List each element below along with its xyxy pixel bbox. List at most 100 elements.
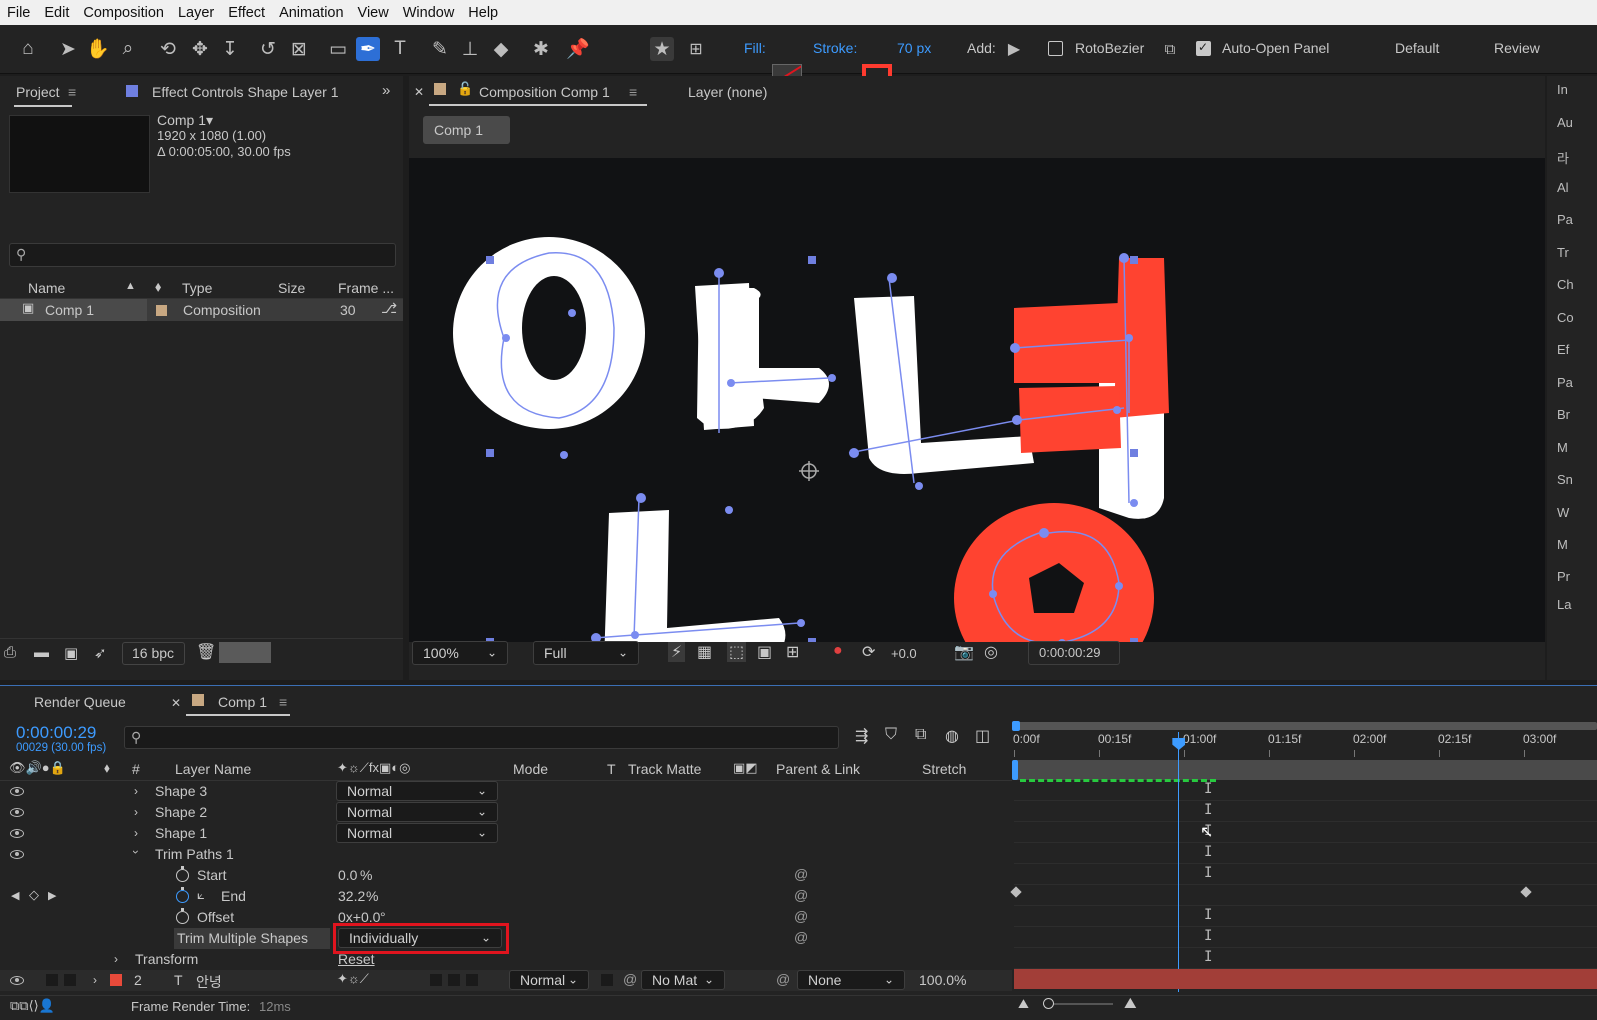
panel-menu-icon[interactable]: ≡ xyxy=(629,84,637,100)
start-value[interactable]: 0.0 xyxy=(338,867,357,883)
audio-toggle[interactable] xyxy=(46,974,58,986)
rectangle-tool-icon[interactable]: ▭ xyxy=(326,37,350,61)
track-matte-dropdown[interactable]: No Mat ⌄ xyxy=(641,970,725,990)
in-out-marker-icon[interactable]: I xyxy=(1204,928,1212,944)
exposure-value[interactable]: +0.0 xyxy=(891,646,917,661)
pick-whip-icon[interactable]: @ xyxy=(794,908,808,924)
col-parent-link[interactable]: Parent & Link xyxy=(776,761,860,777)
type-tool-icon[interactable]: T xyxy=(388,37,412,61)
col-mode[interactable]: Mode xyxy=(513,761,548,777)
property-row-start[interactable]: Start 0.0 % @ xyxy=(0,865,1012,886)
col-name[interactable]: Name xyxy=(28,280,65,296)
tab-effect-controls[interactable]: Effect Controls Shape Layer 1 xyxy=(152,84,339,100)
visibility-eye-icon[interactable] xyxy=(10,850,24,859)
visibility-eye-icon[interactable] xyxy=(10,829,24,838)
mask-visibility-icon[interactable]: ⬚ xyxy=(727,642,747,662)
layer-name[interactable]: Shape 1 xyxy=(155,825,207,841)
right-panel-tab[interactable]: Pa xyxy=(1557,375,1597,390)
layer-switches-icon[interactable]: ✦☼⟋fx▣◐◎ xyxy=(337,760,411,776)
menu-composition[interactable]: Composition xyxy=(76,5,171,21)
menu-view[interactable]: View xyxy=(351,5,396,21)
selection-tool-icon[interactable]: ➤ xyxy=(56,37,80,61)
right-panel-tab[interactable]: Pa xyxy=(1557,212,1597,227)
reset-link[interactable]: Reset xyxy=(338,951,375,967)
layer-name[interactable]: Shape 2 xyxy=(155,804,207,820)
rotobezier-checkbox[interactable] xyxy=(1048,41,1063,56)
mask-feather-icon[interactable]: ⊞ xyxy=(684,37,708,61)
right-panel-tab[interactable]: Br xyxy=(1557,407,1597,422)
graph-editor-icon[interactable]: ◫ xyxy=(975,726,990,746)
work-area-bar[interactable] xyxy=(1012,760,1597,780)
menu-help[interactable]: Help xyxy=(461,5,505,21)
graph-icon[interactable]: ⟀ xyxy=(197,887,205,903)
tab-layer[interactable]: Layer (none) xyxy=(688,84,767,100)
comp-name[interactable]: Comp 1▾ xyxy=(157,112,213,129)
shape-options-icon[interactable]: ⧉ xyxy=(1158,37,1182,61)
right-panel-tab[interactable]: W xyxy=(1557,505,1597,520)
close-tab-icon[interactable]: ✕ xyxy=(414,85,424,99)
property-row-end[interactable]: ◀ ◇ ▶ ⟀ End 32.2 % @ xyxy=(0,886,1012,907)
right-panel-tab[interactable]: La xyxy=(1557,597,1597,612)
work-area-start[interactable] xyxy=(1012,760,1018,780)
expand-chevron-icon[interactable]: › xyxy=(114,952,118,966)
tab-project[interactable]: Project xyxy=(16,84,60,100)
parent-pick-whip-icon[interactable]: @ xyxy=(776,971,790,987)
tab-comp1[interactable]: Comp 1 xyxy=(218,694,267,710)
region-of-interest-icon[interactable]: ▣ xyxy=(757,642,772,662)
comp-mini-flowchart-icon[interactable]: ⇶ xyxy=(855,726,868,746)
transform-label[interactable]: Transform xyxy=(135,951,198,967)
resolution-dropdown[interactable]: Full ⌄ xyxy=(533,641,639,665)
label-tag-icon[interactable]: ⬧ xyxy=(104,760,110,776)
trim-paths-name[interactable]: Trim Paths 1 xyxy=(155,846,234,862)
visibility-eye-icon[interactable] xyxy=(10,787,24,796)
fill-label[interactable]: Fill: xyxy=(744,40,766,56)
layer-row[interactable]: › Shape 2 Normal ⌄ xyxy=(0,802,1012,823)
stretch-value[interactable]: 100.0% xyxy=(919,972,966,988)
time-ruler[interactable]: 0:00f 00:15f 01:00f 01:15f 02:00f 02:15f 03:00… xyxy=(1013,732,1597,758)
add-menu-icon[interactable]: ▶ xyxy=(1002,37,1026,61)
collapse-chevron-icon[interactable]: › xyxy=(129,850,143,854)
col-stretch[interactable]: Stretch xyxy=(922,761,966,777)
label-tag-icon[interactable]: ⬧ xyxy=(155,278,161,295)
stroke-label[interactable]: Stroke: xyxy=(813,40,857,56)
panel-menu-icon[interactable]: ≡ xyxy=(68,84,76,100)
thumbnail-transparency-swatch[interactable] xyxy=(219,642,271,663)
expand-chevron-icon[interactable]: › xyxy=(134,784,138,798)
eraser-icon[interactable]: ◆ xyxy=(489,37,513,61)
menu-edit[interactable]: Edit xyxy=(37,5,76,21)
clone-stamp-icon[interactable]: ⊥ xyxy=(458,37,482,61)
parent-dropdown[interactable]: None ⌄ xyxy=(797,970,905,990)
reset-exposure-icon[interactable]: ⟳ xyxy=(862,642,875,662)
pick-whip-icon[interactable]: @ xyxy=(794,887,808,903)
roto-brush-icon[interactable]: ✱ xyxy=(529,37,553,61)
in-out-marker-icon[interactable]: I xyxy=(1204,844,1212,860)
col-track-matte[interactable]: Track Matte xyxy=(628,761,701,777)
navigator-handle[interactable] xyxy=(1012,721,1020,731)
layer-switches-icon[interactable]: ✦☼⟋ xyxy=(337,971,369,987)
pan-behind-icon[interactable]: ⊠ xyxy=(287,37,311,61)
timeline-current-time[interactable]: 0:00:00:29 xyxy=(16,723,96,743)
menu-layer[interactable]: Layer xyxy=(171,5,221,21)
switch-box[interactable] xyxy=(448,974,460,986)
preserve-transparency-toggle[interactable] xyxy=(601,974,613,986)
home-icon[interactable]: ⌂ xyxy=(16,37,40,61)
layer-mode-dropdown[interactable]: Normal ⌄ xyxy=(509,970,589,990)
current-time-field[interactable]: 0:00:00:29 xyxy=(1028,641,1120,665)
flowchart-icon[interactable]: ⎇ xyxy=(381,300,397,317)
tab-composition[interactable]: Composition Comp 1 xyxy=(479,84,610,100)
transform-row[interactable]: › Transform Reset xyxy=(0,949,1012,970)
show-snapshot-icon[interactable]: ◎ xyxy=(984,642,998,662)
col-layer-name[interactable]: Layer Name xyxy=(175,761,251,777)
snapshot-camera-icon[interactable]: 📷 xyxy=(954,642,974,662)
layer-duration-bar[interactable] xyxy=(1014,969,1597,989)
zoom-tool-icon[interactable]: ⌕ xyxy=(116,37,140,61)
layer-name[interactable]: Shape 3 xyxy=(155,783,207,799)
star-tool-icon[interactable]: ★ xyxy=(650,37,674,61)
keyframe-diamond[interactable] xyxy=(1520,886,1532,898)
grid-guides-icon[interactable]: ⊞ xyxy=(786,642,799,662)
new-composition-icon[interactable]: ▣ xyxy=(64,644,78,662)
rotate-tool-icon[interactable]: ↺ xyxy=(256,37,280,61)
layer-search-input[interactable]: ⚲ xyxy=(124,726,839,749)
brush-tool-icon[interactable]: ✎ xyxy=(428,37,452,61)
tab-render-queue[interactable]: Render Queue xyxy=(34,694,126,710)
